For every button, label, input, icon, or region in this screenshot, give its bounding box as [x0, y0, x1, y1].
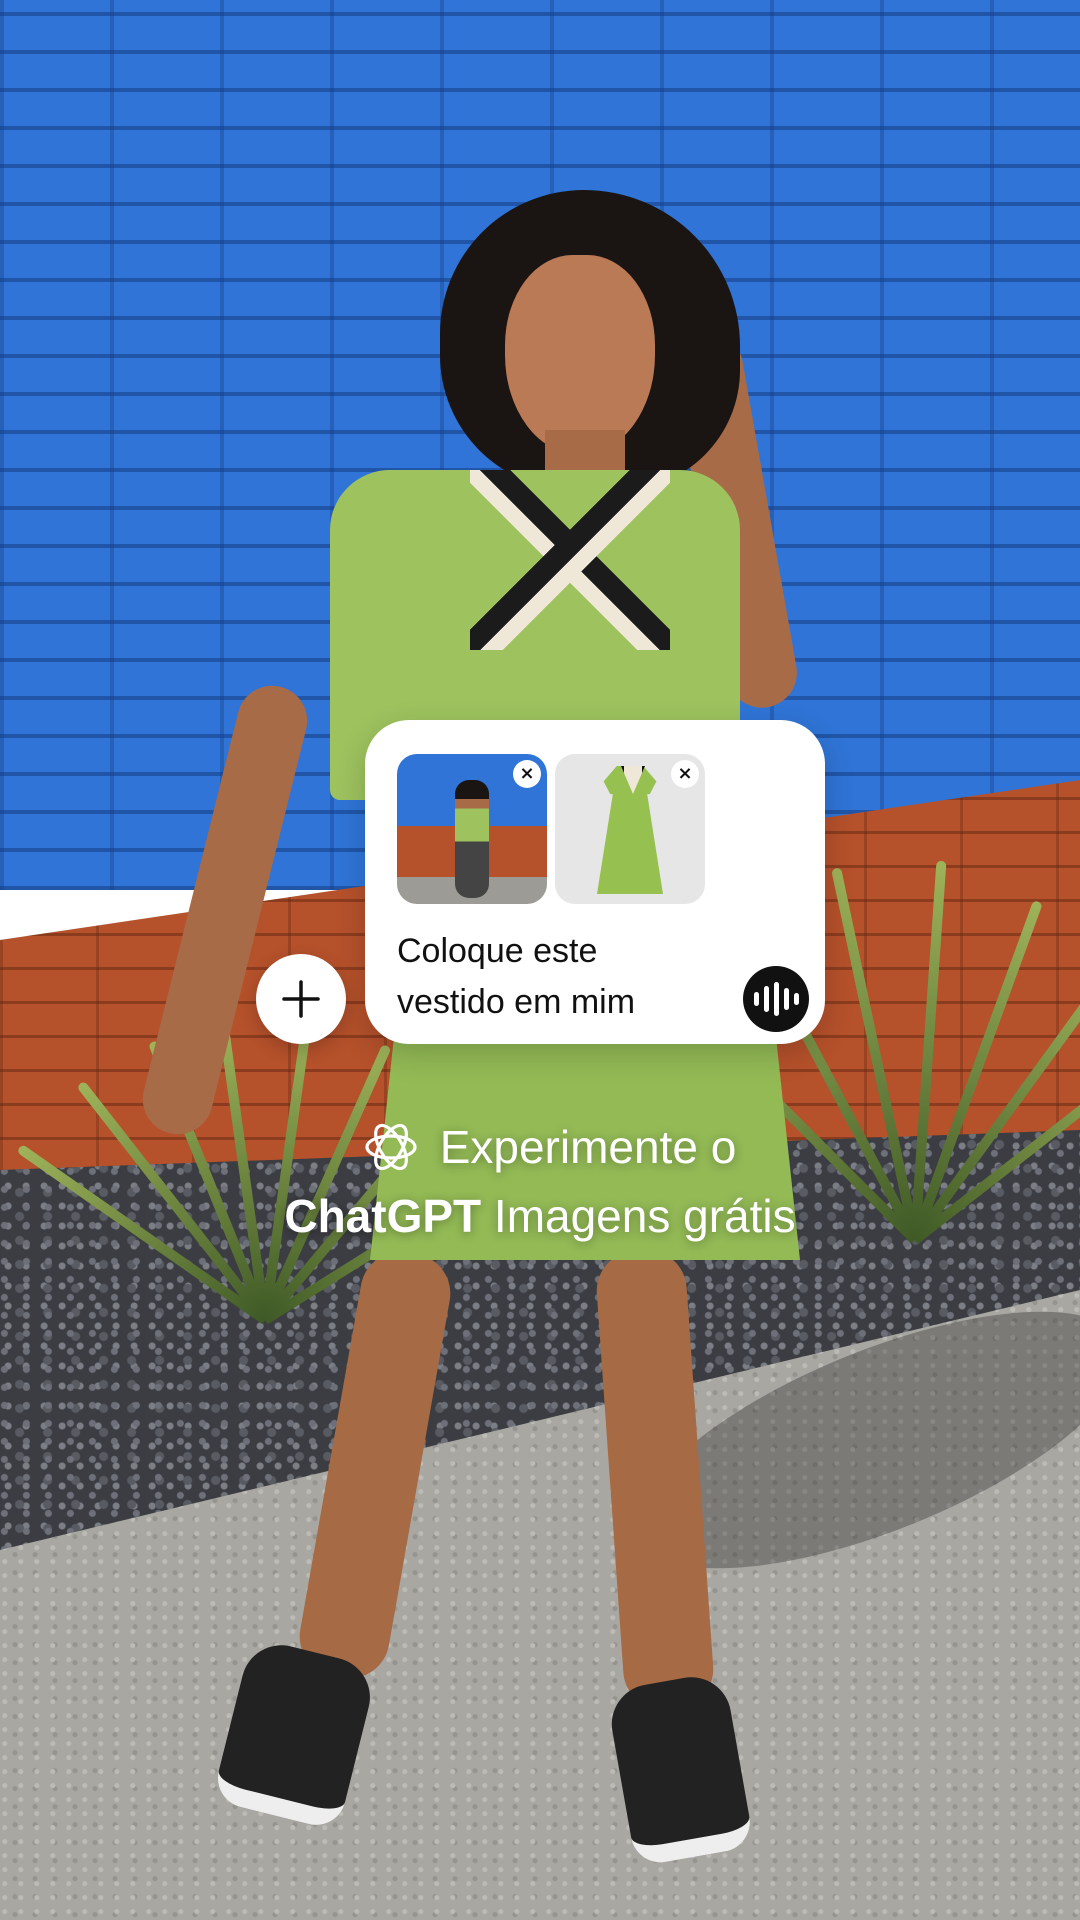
right-sneaker	[605, 1670, 755, 1868]
caption-line-1: Experimente o	[16, 1112, 1080, 1182]
voice-waveform-icon	[753, 992, 759, 1006]
voice-waveform-icon	[773, 982, 779, 1016]
left-leg	[293, 1245, 457, 1685]
prompt-text-line: Coloque este	[397, 932, 598, 970]
plus-icon	[282, 980, 320, 1018]
openai-logo-icon	[365, 1123, 417, 1171]
prompt-text-line: vestido em mim	[397, 983, 636, 1021]
face	[505, 255, 655, 455]
caption-line-2: ChatGPT Imagens grátis	[0, 1182, 1080, 1250]
prompt-composer-card: × × Coloque este vestido em mim	[365, 720, 825, 1044]
right-leg	[594, 1247, 716, 1713]
remove-attachment-button[interactable]: ×	[671, 760, 699, 788]
dress-collar	[470, 470, 670, 650]
thumbnail-person	[455, 780, 489, 898]
close-icon: ×	[677, 763, 693, 784]
voice-mode-button[interactable]	[743, 966, 809, 1032]
promo-caption: Experimente o ChatGPT Imagens grátis	[0, 1112, 1080, 1250]
add-button[interactable]	[256, 954, 346, 1044]
caption-text: Imagens grátis	[481, 1190, 796, 1242]
remove-attachment-button[interactable]: ×	[513, 760, 541, 788]
voice-waveform-icon	[793, 993, 799, 1005]
prompt-input[interactable]: Coloque este vestido em mim	[397, 926, 727, 1028]
brand-name: ChatGPT	[284, 1190, 482, 1242]
caption-text: Experimente o	[439, 1121, 737, 1173]
attachment-thumbnail-photo[interactable]: ×	[397, 754, 547, 904]
left-sneaker	[211, 1636, 379, 1832]
left-arm	[135, 678, 315, 1142]
voice-waveform-icon	[783, 988, 789, 1010]
attachment-thumbnail-dress[interactable]: ×	[555, 754, 705, 904]
close-icon: ×	[519, 763, 535, 784]
voice-waveform-icon	[763, 986, 769, 1012]
